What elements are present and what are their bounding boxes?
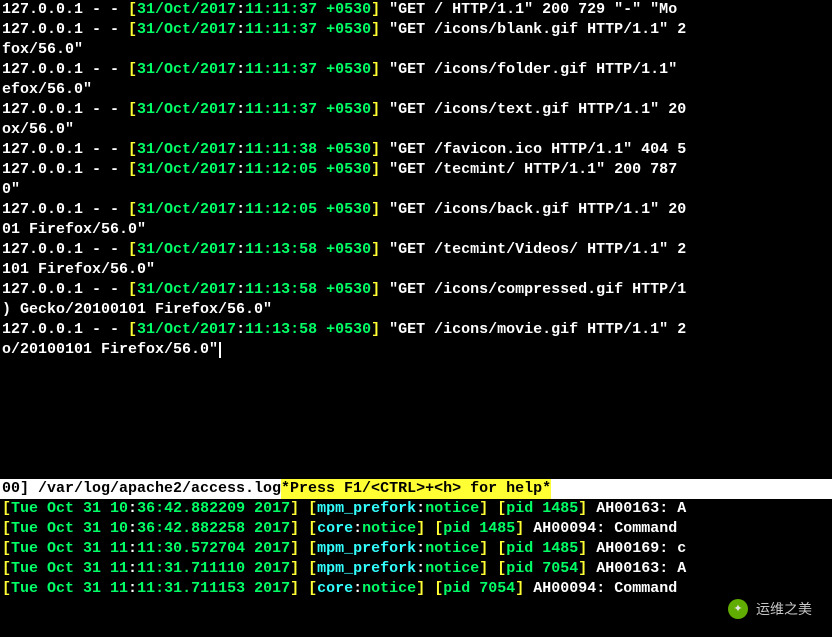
wechat-icon: ✦	[728, 599, 748, 619]
access-log-line: 127.0.0.1 - - [31/Oct/2017:11:13:58 +053…	[2, 240, 686, 260]
access-log-line: ) Gecko/20100101 Firefox/56.0"	[2, 300, 686, 320]
access-log-line: 01 Firefox/56.0"	[2, 220, 686, 240]
error-log-line: [Tue Oct 31 11:11:30.572704 2017] [mpm_p…	[2, 539, 686, 559]
error-log-line: [Tue Oct 31 11:11:31.711110 2017] [mpm_p…	[2, 559, 686, 579]
status-file-path: 00] /var/log/apache2/access.log	[0, 479, 281, 499]
access-log-line: fox/56.0"	[2, 40, 686, 60]
access-log-line: 101 Firefox/56.0"	[2, 260, 686, 280]
access-log-line: 0"	[2, 180, 686, 200]
access-log-line: o/20100101 Firefox/56.0"	[2, 340, 686, 360]
access-log-line: 127.0.0.1 - - [31/Oct/2017:11:11:37 +053…	[2, 100, 686, 120]
access-log-line: 127.0.0.1 - - [31/Oct/2017:11:13:58 +053…	[2, 280, 686, 300]
terminal-cursor	[219, 342, 221, 358]
error-log-line: [Tue Oct 31 10:36:42.882209 2017] [mpm_p…	[2, 499, 686, 519]
status-bar: 00] /var/log/apache2/access.log *Press F…	[0, 479, 832, 499]
access-log-line: efox/56.0"	[2, 80, 686, 100]
access-log-line: ox/56.0"	[2, 120, 686, 140]
access-log-line: 127.0.0.1 - - [31/Oct/2017:11:12:05 +053…	[2, 160, 686, 180]
error-log-line: [Tue Oct 31 11:11:31.711153 2017] [core:…	[2, 579, 686, 599]
status-help-hint: *Press F1/<CTRL>+<h> for help*	[281, 479, 551, 499]
access-log-line: 127.0.0.1 - - [31/Oct/2017:11:11:37 +053…	[2, 20, 686, 40]
watermark-text: 运维之美	[756, 599, 812, 619]
watermark: ✦ 运维之美	[728, 599, 812, 619]
access-log-pane[interactable]: 127.0.0.1 - - [31/Oct/2017:11:11:37 +053…	[2, 0, 686, 360]
access-log-line: 127.0.0.1 - - [31/Oct/2017:11:12:05 +053…	[2, 200, 686, 220]
terminal-window[interactable]: 127.0.0.1 - - [31/Oct/2017:11:11:37 +053…	[0, 0, 832, 637]
access-log-line: 127.0.0.1 - - [31/Oct/2017:11:11:37 +053…	[2, 60, 686, 80]
access-log-line: 127.0.0.1 - - [31/Oct/2017:11:13:58 +053…	[2, 320, 686, 340]
access-log-line: 127.0.0.1 - - [31/Oct/2017:11:11:37 +053…	[2, 0, 686, 20]
error-log-pane[interactable]: [Tue Oct 31 10:36:42.882209 2017] [mpm_p…	[2, 499, 686, 599]
error-log-line: [Tue Oct 31 10:36:42.882258 2017] [core:…	[2, 519, 686, 539]
status-fill	[551, 479, 832, 499]
access-log-line: 127.0.0.1 - - [31/Oct/2017:11:11:38 +053…	[2, 140, 686, 160]
